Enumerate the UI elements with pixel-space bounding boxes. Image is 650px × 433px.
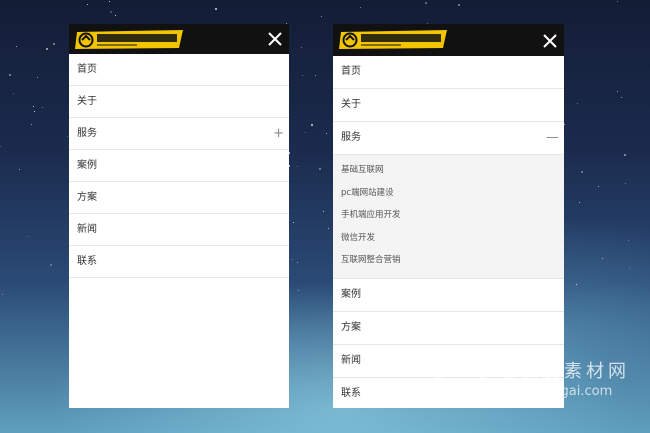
menu-item-news[interactable]: 新闻 xyxy=(69,214,289,246)
star xyxy=(617,0,619,2)
star xyxy=(15,46,17,48)
star xyxy=(577,103,579,105)
menu-header xyxy=(69,24,289,54)
star xyxy=(576,284,578,286)
star xyxy=(30,123,32,125)
star xyxy=(457,4,460,7)
star xyxy=(8,73,11,76)
brand-logo[interactable] xyxy=(75,29,185,50)
star xyxy=(328,227,330,229)
star xyxy=(302,75,304,77)
menu-item-about[interactable]: 关于 xyxy=(333,89,564,122)
star xyxy=(310,124,313,127)
menu-item-solutions[interactable]: 方案 xyxy=(69,182,289,214)
star xyxy=(300,46,302,48)
star xyxy=(620,97,622,99)
submenu-item[interactable]: 手机端应用开发 xyxy=(333,204,564,227)
star xyxy=(0,146,2,148)
star xyxy=(629,268,631,270)
star xyxy=(293,221,295,223)
star xyxy=(581,170,584,173)
submenu-item[interactable]: 互联网整合营销 xyxy=(333,249,564,272)
submenu-item[interactable]: 微信开发 xyxy=(333,227,564,250)
star xyxy=(108,0,110,2)
star xyxy=(45,48,48,51)
star xyxy=(625,182,627,184)
star xyxy=(623,154,626,157)
site-watermark: 站长爱素材网 zhanzhangai.com xyxy=(436,351,636,421)
star xyxy=(292,259,294,261)
star xyxy=(33,110,35,112)
star xyxy=(41,106,43,108)
star xyxy=(2,293,4,295)
star xyxy=(598,185,600,187)
menu-item-services[interactable]: 服务 — xyxy=(333,122,564,155)
star xyxy=(304,132,306,134)
star xyxy=(33,105,35,107)
star xyxy=(109,11,112,14)
star xyxy=(321,15,323,17)
star xyxy=(296,261,298,263)
star xyxy=(296,166,298,167)
star xyxy=(425,2,428,5)
star xyxy=(326,133,328,135)
nav-menu: 首页 关于 服务 — xyxy=(333,56,564,155)
star xyxy=(50,264,53,267)
watermark-url: zhanzhangai.com xyxy=(498,384,613,399)
star xyxy=(578,201,580,203)
star xyxy=(323,210,325,212)
star xyxy=(627,239,629,241)
menu-item-contact[interactable]: 联系 xyxy=(69,246,289,278)
star xyxy=(315,75,317,77)
menu-header xyxy=(333,24,564,56)
services-submenu: 基础互联网 pc端网站建设 手机端应用开发 微信开发 互联网整合营销 xyxy=(333,155,564,279)
star xyxy=(214,8,217,11)
brand-logo[interactable] xyxy=(339,29,449,50)
star xyxy=(36,77,38,79)
nav-menu: 首页 关于 服务 + 案例 方案 新闻 联系 xyxy=(69,54,289,278)
star xyxy=(53,43,56,46)
star xyxy=(617,91,619,93)
watermark-logo-icon xyxy=(436,353,486,403)
close-icon[interactable] xyxy=(542,33,558,49)
menu-item-cases[interactable]: 案例 xyxy=(69,150,289,182)
star xyxy=(114,15,116,17)
watermark-title: 站长爱素材网 xyxy=(498,361,630,382)
star xyxy=(28,236,30,238)
menu-item-solutions[interactable]: 方案 xyxy=(333,312,564,345)
menu-item-home[interactable]: 首页 xyxy=(333,56,564,89)
submenu-item[interactable]: pc端网站建设 xyxy=(333,182,564,205)
star xyxy=(12,92,14,94)
menu-item-cases[interactable]: 案例 xyxy=(333,279,564,312)
mobile-menu-collapsed: 首页 关于 服务 + 案例 方案 新闻 联系 xyxy=(69,24,289,408)
star xyxy=(318,168,321,171)
close-icon[interactable] xyxy=(267,31,283,47)
star xyxy=(86,3,88,5)
menu-item-services[interactable]: 服务 + xyxy=(69,118,289,150)
star xyxy=(297,290,299,292)
star xyxy=(602,258,604,260)
star xyxy=(360,7,362,9)
menu-item-about[interactable]: 关于 xyxy=(69,86,289,118)
star xyxy=(19,169,21,171)
submenu-item[interactable]: 基础互联网 xyxy=(333,159,564,182)
star xyxy=(67,136,69,138)
menu-item-home[interactable]: 首页 xyxy=(69,54,289,86)
plus-icon[interactable]: + xyxy=(273,118,284,149)
minus-icon[interactable]: — xyxy=(546,122,559,154)
